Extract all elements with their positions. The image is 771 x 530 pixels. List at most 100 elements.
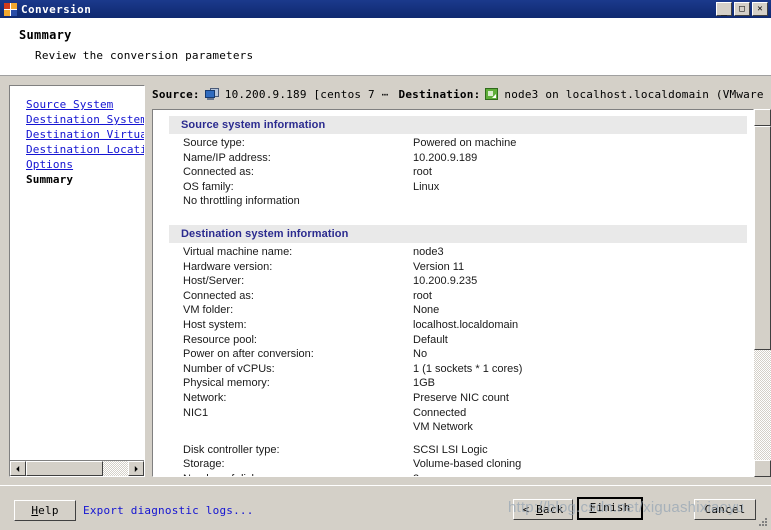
- summary-row-key: Resource pool:: [183, 333, 257, 346]
- nav-horizontal-scrollbar[interactable]: [10, 460, 144, 476]
- summary-row: Host system: localhost.localdomain: [153, 318, 753, 333]
- summary-row: Network: Preserve NIC count: [153, 391, 753, 406]
- maximize-button[interactable]: □: [734, 2, 750, 16]
- help-button[interactable]: Help: [14, 500, 76, 521]
- summary-row-key: Name/IP address:: [183, 151, 271, 164]
- summary-scroll-up-arrow[interactable]: [754, 109, 771, 126]
- summary-row: No throttling information: [153, 194, 753, 209]
- summary-row-value: Volume-based cloning: [413, 458, 522, 471]
- nav-scroll-thumb[interactable]: [26, 461, 103, 476]
- wizard-nav-panel: Source System Destination System Destinati…: [9, 85, 145, 477]
- summary-row-value: 1GB: [413, 377, 436, 390]
- page-title: Summary: [19, 28, 72, 42]
- nav-item-destination-location[interactable]: Destination Location: [26, 142, 144, 157]
- summary-row: Connected as: root: [153, 165, 753, 180]
- summary-row-key: No throttling information: [183, 195, 300, 208]
- nav-item-destination-system[interactable]: Destination System: [26, 112, 144, 127]
- summary-row-key: Connected as:: [183, 166, 254, 179]
- summary-row-value: Preserve NIC count: [413, 391, 509, 404]
- maximize-icon: □: [739, 4, 745, 14]
- row-spacer: [153, 435, 753, 443]
- summary-row-value: 1 (1 sockets * 1 cores): [413, 362, 523, 375]
- summary-row-value: 10.200.9.189: [413, 151, 478, 164]
- summary-row: Number of disks:2: [153, 472, 753, 476]
- summary-row: Hardware version: Version 11: [153, 260, 753, 275]
- wizard-header: Summary Review the conversion parameters: [0, 18, 771, 76]
- window-controls: _ □ ✕: [716, 2, 768, 16]
- summary-row-value: node3: [413, 245, 444, 258]
- nav-scroll-right-arrow[interactable]: [128, 461, 144, 476]
- summary-row-value: None: [413, 304, 440, 317]
- minimize-icon: _: [720, 5, 728, 16]
- summary-content: Source system information Source type: Pow…: [153, 110, 753, 476]
- summary-row: Virtual machine name: node3: [153, 245, 753, 260]
- summary-row: Number of vCPUs: 1 (1 sockets * 1 cores): [153, 362, 753, 377]
- summary-row-key: Virtual machine name:: [183, 245, 293, 258]
- summary-row-key: Host/Server:: [183, 275, 245, 288]
- summary-row: Name/IP address: 10.200.9.189: [153, 151, 753, 166]
- summary-row-value: Linux: [413, 180, 440, 193]
- resize-grip[interactable]: [757, 516, 769, 528]
- export-diagnostic-logs-link[interactable]: Export diagnostic logs...: [83, 504, 254, 517]
- summary-row-key: [183, 420, 413, 435]
- summary-vertical-scrollbar[interactable]: [754, 109, 771, 477]
- summary-row: VM folder: None: [153, 303, 753, 318]
- close-icon: ✕: [757, 4, 763, 14]
- summary-row-key: Power on after conversion:: [183, 348, 314, 361]
- finish-button[interactable]: Finish: [577, 497, 643, 520]
- summary-row: Disk controller type: SCSI LSI Logic: [153, 443, 753, 458]
- summary-row-value: root: [413, 166, 432, 179]
- conversion-window: Conversion _ □ ✕ Summary Review the conv…: [0, 0, 771, 530]
- summary-row: OS family: Linux: [153, 180, 753, 195]
- summary-scroll-down-arrow[interactable]: [754, 460, 771, 477]
- summary-row: Source type: Powered on machine: [153, 136, 753, 151]
- destination-value: node3 on localhost.localdomain (VMware E…: [504, 87, 771, 101]
- summary-row: Connected as: root: [153, 289, 753, 304]
- nav-item-destination-virtual-m[interactable]: Destination Virtual M: [26, 127, 144, 142]
- summary-scroll-pane: Source system information Source type: Pow…: [152, 109, 754, 477]
- section-header: Destination system information: [169, 224, 747, 243]
- summary-row-key: Storage:: [183, 458, 225, 471]
- close-button[interactable]: ✕: [752, 2, 768, 16]
- summary-row-key: Network:: [183, 391, 227, 404]
- window-titlebar: Conversion _ □ ✕: [0, 0, 771, 18]
- summary-row: Resource pool: Default: [153, 333, 753, 348]
- cancel-button[interactable]: Cancel: [694, 499, 756, 520]
- source-destination-bar: Source: 10.200.9.189 [centos 7 ⋯ Destina…: [152, 83, 771, 105]
- nav-item-summary: Summary: [26, 173, 74, 186]
- summary-row-value: localhost.localdomain: [413, 318, 519, 331]
- summary-row-value: Default: [413, 333, 448, 346]
- destination-label: Destination:: [398, 87, 481, 101]
- wizard-body: Source System Destination System Destinati…: [0, 77, 771, 485]
- summary-row-key: Number of disks:: [183, 472, 413, 476]
- summary-row-value: [300, 194, 753, 209]
- esxi-host-icon: [485, 88, 499, 100]
- nav-scroll-left-arrow[interactable]: [10, 461, 26, 476]
- summary-row-key: Connected as:: [183, 289, 254, 302]
- nav-item-options[interactable]: Options: [26, 157, 144, 172]
- summary-scroll-track[interactable]: [754, 126, 771, 460]
- source-value: 10.200.9.189 [centos 7 ⋯: [224, 87, 389, 101]
- summary-row: Physical memory: 1GB: [153, 376, 753, 391]
- nav-scroll-track[interactable]: [26, 461, 128, 476]
- summary-row: NIC1 Connected: [153, 406, 753, 421]
- summary-row-key: Host system:: [183, 318, 247, 331]
- summary-row: VM Network: [153, 420, 753, 435]
- nav-item-source-system[interactable]: Source System: [26, 97, 144, 112]
- window-title: Conversion: [21, 2, 92, 16]
- section-header: Source system information: [169, 116, 747, 134]
- summary-row: Power on after conversion: No: [153, 347, 753, 362]
- summary-row-key: Disk controller type:: [183, 443, 280, 456]
- summary-row: Storage: Volume-based cloning: [153, 457, 753, 472]
- minimize-button[interactable]: _: [716, 2, 732, 16]
- back-button[interactable]: < Back: [513, 499, 573, 520]
- computer-monitor-icon: [204, 88, 219, 100]
- summary-row-key: Hardware version:: [183, 260, 273, 273]
- summary-row-value: root: [413, 289, 432, 302]
- summary-scroll-thumb[interactable]: [754, 126, 771, 350]
- summary-row-key: VM folder:: [183, 304, 234, 317]
- summary-row-key: Physical memory:: [183, 377, 270, 390]
- summary-row-value: SCSI LSI Logic: [413, 443, 488, 456]
- page-subtitle: Review the conversion parameters: [35, 49, 254, 62]
- summary-row-value: Connected: [413, 406, 467, 419]
